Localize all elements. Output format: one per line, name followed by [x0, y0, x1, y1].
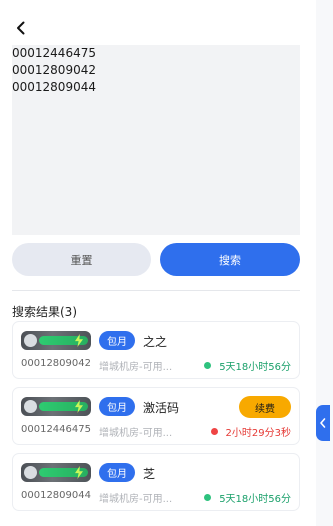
device-location: 增城机房-可用...	[99, 428, 173, 439]
plan-badge: 包月	[99, 331, 135, 350]
renew-button[interactable]: 续费	[239, 396, 291, 418]
device-logo-icon	[24, 334, 37, 347]
remaining-time-text: 5天18小时56分	[219, 362, 291, 373]
chevron-left-icon	[320, 418, 326, 428]
status-dot	[210, 428, 218, 435]
result-card[interactable]: 包月 之之 00012809042 增城机房-可用... 5天18小时56分	[12, 321, 300, 379]
back-button[interactable]	[13, 20, 29, 36]
device-name: 芝	[143, 467, 156, 481]
status-dot	[204, 362, 212, 369]
remaining-time: 5天18小时56分	[204, 358, 291, 373]
plan-badge: 包月	[99, 397, 135, 416]
remaining-time: 5天18小时56分	[204, 490, 291, 505]
device-location: 增城机房-可用...	[99, 494, 173, 505]
device-name: 之之	[143, 335, 168, 349]
remaining-time: 2小时29分3秒	[210, 424, 291, 439]
search-input-line: 00012809042	[12, 63, 96, 77]
remaining-time-text: 5天18小时56分	[219, 494, 291, 505]
remaining-time-text: 2小时29分3秒	[225, 428, 291, 439]
device-thumbnail	[21, 331, 91, 350]
search-input[interactable]: 00012446475 00012809042 00012809044	[12, 45, 300, 235]
results-title: 搜索结果(3)	[12, 305, 77, 319]
search-input-line: 00012446475	[12, 46, 96, 60]
device-location: 增城机房-可用...	[99, 362, 173, 373]
device-name: 激活码	[143, 401, 180, 415]
plan-badge: 包月	[99, 463, 135, 482]
device-logo-icon	[24, 466, 37, 479]
device-code: 00012446475	[21, 424, 91, 435]
result-card[interactable]: 包月 激活码 续费 00012446475 增城机房-可用... 2小时29分3…	[12, 387, 300, 445]
result-card[interactable]: 包月 芝 00012809044 增城机房-可用... 5天18小时56分	[12, 453, 300, 511]
side-collapse-tab[interactable]	[316, 405, 330, 441]
page: 00012446475 00012809042 00012809044 重置 搜…	[0, 0, 333, 526]
device-thumbnail	[21, 397, 91, 416]
chevron-left-icon	[17, 21, 25, 35]
divider	[12, 290, 300, 291]
device-thumbnail	[21, 463, 91, 482]
device-logo-icon	[24, 400, 37, 413]
status-dot	[204, 494, 212, 501]
device-code: 00012809044	[21, 490, 91, 501]
reset-button[interactable]: 重置	[12, 243, 151, 276]
device-code: 00012809042	[21, 358, 91, 369]
search-button[interactable]: 搜索	[160, 243, 300, 276]
side-panel-strip	[316, 0, 333, 526]
search-input-line: 00012809044	[12, 80, 96, 94]
